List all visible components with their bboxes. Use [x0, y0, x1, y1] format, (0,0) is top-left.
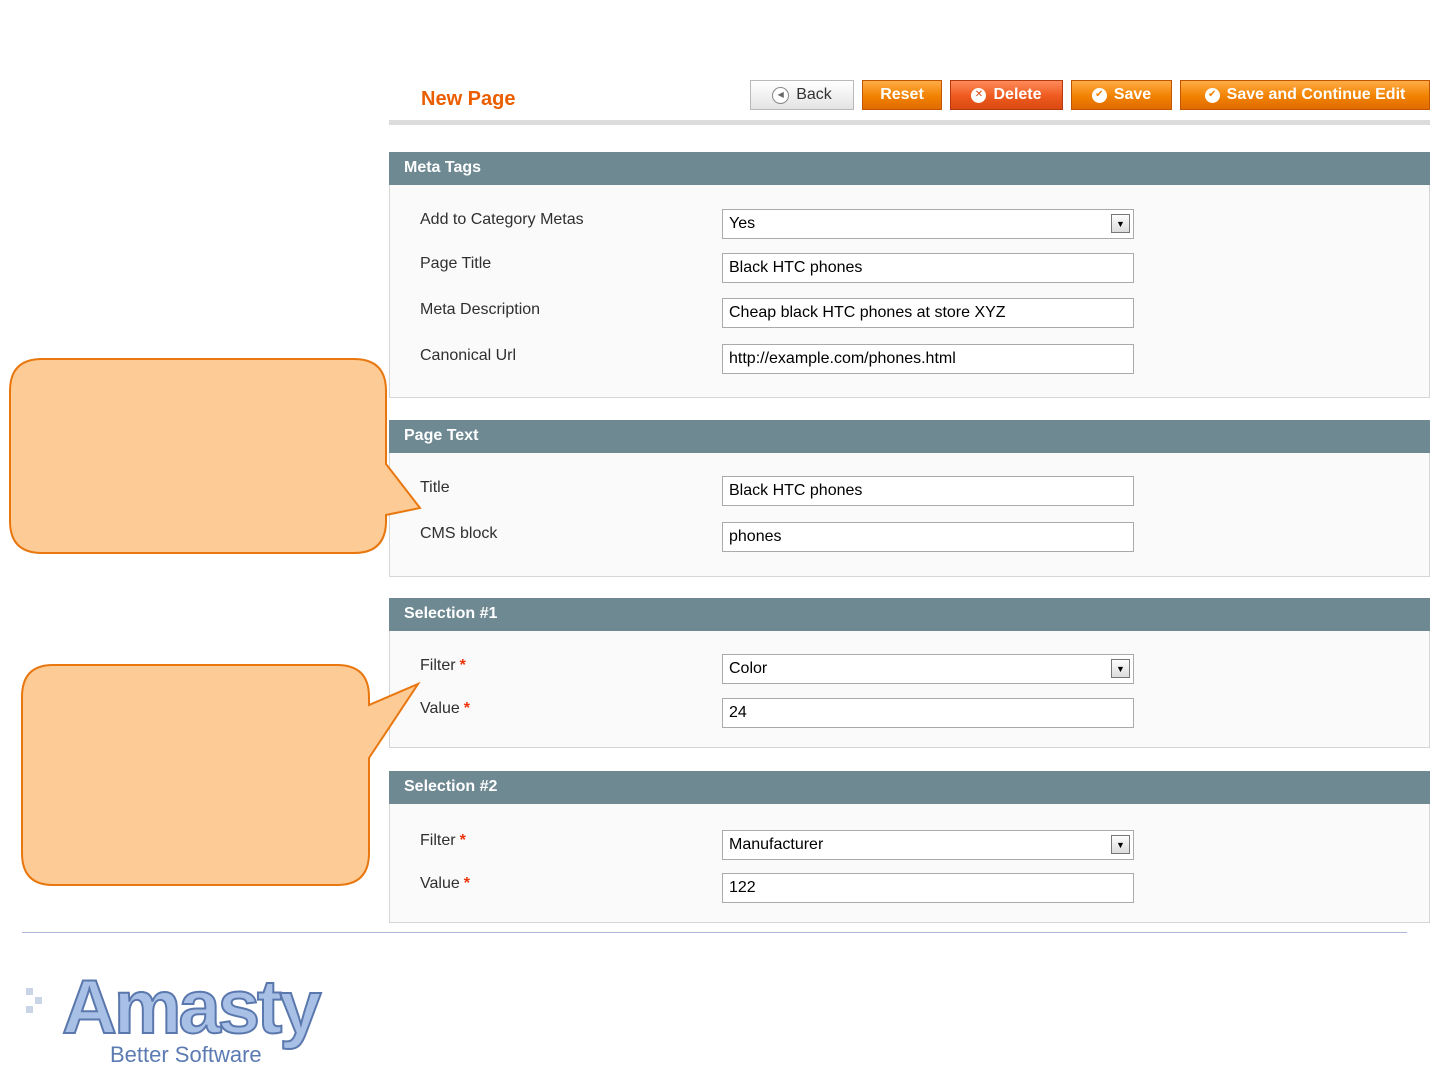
logo-mark-icon	[26, 988, 42, 1013]
callout-bubble-page-text	[9, 358, 422, 554]
callout-overlay	[9, 358, 422, 886]
footer-divider	[22, 932, 1407, 933]
logo-tagline: Better Software	[110, 1042, 262, 1067]
callout-bubble-selection	[21, 664, 421, 886]
logo-wordmark: Amasty	[61, 965, 323, 1050]
